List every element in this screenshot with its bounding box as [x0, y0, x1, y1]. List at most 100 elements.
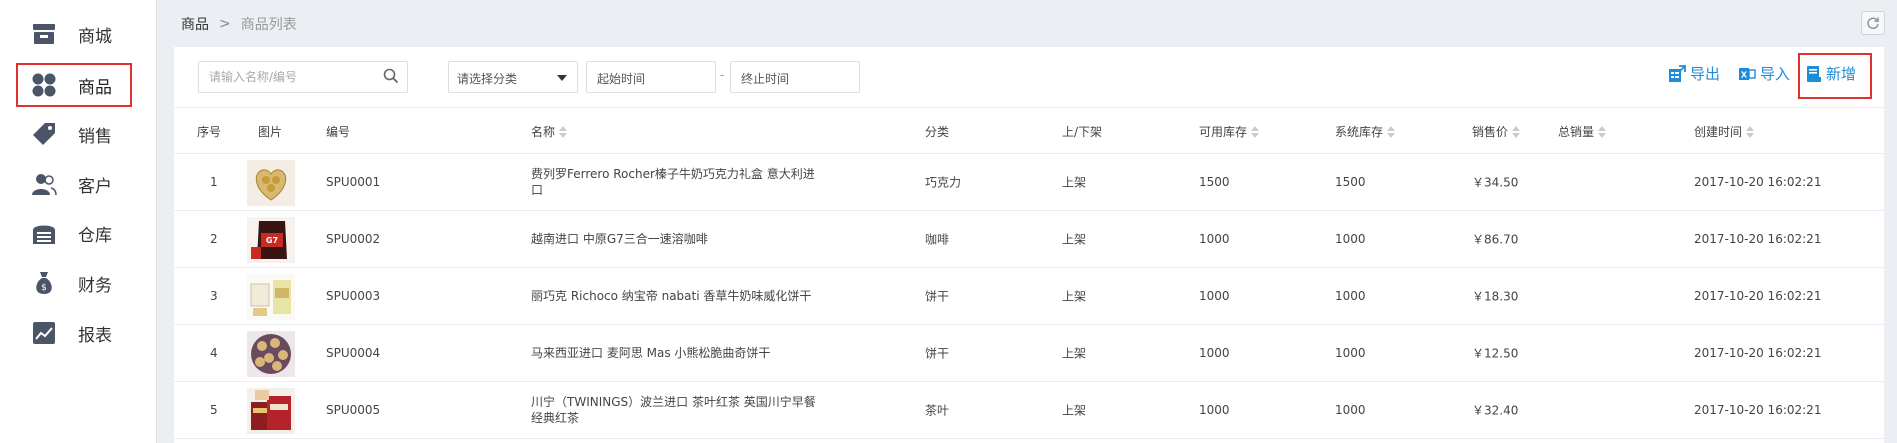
- sidebar-item-warehouse[interactable]: 仓库: [0, 211, 157, 255]
- start-date-input[interactable]: 起始时间: [586, 61, 716, 93]
- sort-icon: [1598, 125, 1607, 138]
- column-available-stock[interactable]: 可用库存: [1199, 123, 1260, 140]
- cell-name: 马来西亚进口 麦阿思 Mas 小熊松脆曲奇饼干: [531, 346, 771, 360]
- breadcrumb: 商品 > 商品列表: [181, 14, 297, 34]
- cell-code: SPU0003: [326, 289, 381, 303]
- column-shelf: 上/下架: [1062, 125, 1103, 139]
- import-label: 导入: [1760, 65, 1791, 83]
- tag-icon: [30, 120, 58, 148]
- search-box: [198, 61, 408, 93]
- sidebar-item-reports[interactable]: 报表: [0, 311, 157, 355]
- export-button[interactable]: 导出: [1668, 63, 1720, 84]
- cell-available-stock: 1000: [1199, 289, 1230, 303]
- cell-code: SPU0005: [326, 403, 381, 417]
- cell-created: 2017-10-20 16:02:21: [1694, 289, 1822, 303]
- cell-index: 1: [210, 175, 218, 189]
- cell-category: 茶叶: [925, 403, 950, 418]
- sidebar-item-label: 仓库: [78, 225, 112, 246]
- column-name[interactable]: 名称: [531, 123, 568, 140]
- table-row[interactable]: 1 SPU0001 费列罗Ferrero Rocher榛子牛奶巧克力礼盒 意大利…: [174, 154, 1884, 211]
- search-icon[interactable]: [383, 68, 399, 88]
- sidebar-item-label: 商城: [78, 26, 112, 47]
- sidebar-item-label: 销售: [78, 126, 112, 147]
- product-thumbnail[interactable]: [247, 274, 295, 320]
- end-date-placeholder: 终止时间: [741, 72, 790, 86]
- column-system-stock[interactable]: 系统库存: [1335, 123, 1396, 140]
- cell-index: 2: [210, 232, 218, 246]
- add-label: 新增: [1826, 65, 1857, 83]
- refresh-button[interactable]: [1861, 11, 1885, 35]
- cell-name: 丽巧克 Richoco 纳宝帝 nabati 香草牛奶味威化饼干: [531, 289, 812, 303]
- import-button[interactable]: X 导入: [1738, 63, 1790, 84]
- chevron-down-icon: [557, 75, 567, 81]
- cell-category: 饼干: [925, 289, 950, 304]
- cell-index: 5: [210, 403, 218, 417]
- table-row[interactable]: 3 SPU0003 丽巧克 Richoco 纳宝帝 nabati 香草牛奶味威化…: [174, 268, 1884, 325]
- filter-bar: 请选择分类 起始时间 - 终止时间 导出 X 导入 新增: [174, 47, 1884, 107]
- product-thumbnail[interactable]: G7: [247, 217, 295, 263]
- cell-created: 2017-10-20 16:02:21: [1694, 175, 1822, 189]
- cell-shelf: 上架: [1062, 232, 1087, 247]
- breadcrumb-current: 商品列表: [240, 17, 297, 33]
- cell-shelf: 上架: [1062, 289, 1087, 304]
- main-panel: 请选择分类 起始时间 - 终止时间 导出 X 导入 新增 序号 图片 编号 名称…: [174, 47, 1884, 443]
- cell-index: 4: [210, 346, 218, 360]
- table-header: 序号 图片 编号 名称 分类 上/下架 可用库存 系统库存 销售价 总销量 创建…: [174, 107, 1884, 154]
- product-thumbnail[interactable]: [247, 388, 295, 434]
- cell-price: ￥32.40: [1472, 403, 1519, 418]
- column-total-sales[interactable]: 总销量: [1558, 123, 1607, 140]
- cell-name: 川宁（TWININGS）波兰进口 茶叶红茶 英国川宁早餐经典红茶: [531, 395, 816, 425]
- cell-price: ￥18.30: [1472, 289, 1519, 304]
- product-thumbnail[interactable]: [247, 160, 295, 206]
- sidebar-item-sales[interactable]: 销售: [0, 112, 157, 156]
- cell-available-stock: 1000: [1199, 403, 1230, 417]
- column-created[interactable]: 创建时间: [1694, 123, 1755, 140]
- cell-system-stock: 1000: [1335, 403, 1366, 417]
- column-category: 分类: [925, 125, 950, 139]
- cell-shelf: 上架: [1062, 403, 1087, 418]
- sidebar-item-customers[interactable]: 客户: [0, 162, 157, 206]
- table-row[interactable]: 4 SPU0004 马来西亚进口 麦阿思 Mas 小熊松脆曲奇饼干 饼干 上架 …: [174, 325, 1884, 382]
- cell-created: 2017-10-20 16:02:21: [1694, 346, 1822, 360]
- product-icon: [30, 71, 58, 99]
- breadcrumb-separator: >: [219, 16, 231, 32]
- excel-icon: X: [1739, 67, 1756, 80]
- cell-available-stock: 1000: [1199, 232, 1230, 246]
- cell-category: 咖啡: [925, 232, 950, 247]
- sidebar-item-label: 财务: [78, 275, 112, 296]
- cell-category: 饼干: [925, 346, 950, 361]
- cell-shelf: 上架: [1062, 175, 1087, 190]
- add-button[interactable]: 新增: [1806, 63, 1856, 84]
- cell-name: 越南进口 中原G7三合一速溶咖啡: [531, 232, 708, 246]
- cell-created: 2017-10-20 16:02:21: [1694, 232, 1822, 246]
- cell-price: ￥34.50: [1472, 175, 1519, 190]
- cell-system-stock: 1000: [1335, 346, 1366, 360]
- cell-system-stock: 1500: [1335, 175, 1366, 189]
- date-separator: -: [720, 68, 725, 82]
- sort-icon: [1387, 125, 1396, 138]
- warehouse-icon: [30, 219, 58, 247]
- cell-system-stock: 1000: [1335, 232, 1366, 246]
- svg-text:X: X: [1741, 70, 1748, 79]
- sidebar-item-mall[interactable]: 商城: [0, 12, 157, 56]
- store-icon: [30, 20, 58, 48]
- sidebar-item-finance[interactable]: $ 财务: [0, 261, 157, 305]
- column-price[interactable]: 销售价: [1472, 123, 1521, 140]
- cell-created: 2017-10-20 16:02:21: [1694, 403, 1822, 417]
- cell-shelf: 上架: [1062, 346, 1087, 361]
- product-thumbnail[interactable]: [247, 331, 295, 377]
- sidebar-item-label: 商品: [78, 77, 112, 98]
- breadcrumb-root[interactable]: 商品: [181, 14, 209, 34]
- column-code: 编号: [326, 125, 351, 139]
- export-label: 导出: [1690, 65, 1721, 83]
- table-row[interactable]: 5 SPU0005 川宁（TWININGS）波兰进口 茶叶红茶 英国川宁早餐经典…: [174, 382, 1884, 439]
- cell-name: 费列罗Ferrero Rocher榛子牛奶巧克力礼盒 意大利进口: [531, 167, 815, 197]
- sort-icon: [1512, 125, 1521, 138]
- table-row[interactable]: 2 G7 SPU0002 越南进口 中原G7三合一速溶咖啡 咖啡 上架 1000…: [174, 211, 1884, 268]
- end-date-input[interactable]: 终止时间: [730, 61, 860, 93]
- category-select-label: 请选择分类: [457, 72, 518, 86]
- cell-price: ￥12.50: [1472, 346, 1519, 361]
- search-input[interactable]: [199, 62, 369, 92]
- category-select[interactable]: 请选择分类: [448, 61, 578, 93]
- sidebar-item-products[interactable]: 商品: [0, 63, 157, 107]
